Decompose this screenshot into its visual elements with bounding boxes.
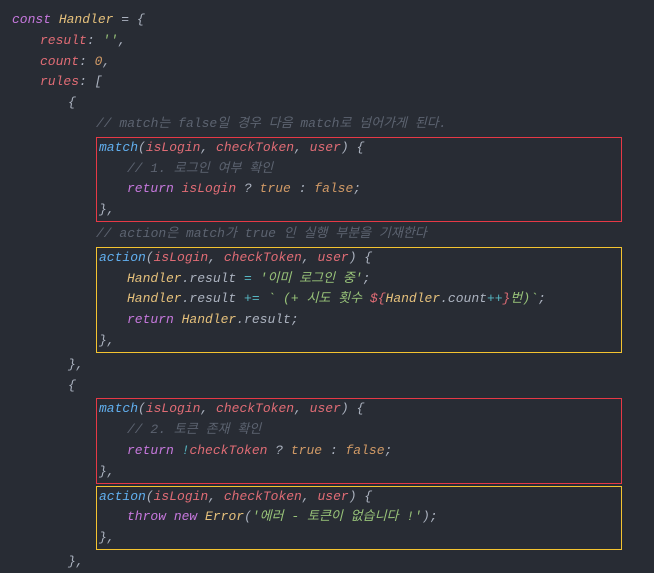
code-line: { bbox=[12, 376, 642, 397]
code-comment: // 2. 토큰 존재 확인 bbox=[97, 420, 621, 441]
code-line: }, bbox=[97, 331, 621, 352]
code-line: }, bbox=[12, 552, 642, 573]
code-line: return isLogin ? true : false; bbox=[97, 179, 621, 200]
code-line: }, bbox=[12, 355, 642, 376]
match-block-1: match(isLogin, checkToken, user) { // 1.… bbox=[96, 137, 622, 222]
code-line: match(isLogin, checkToken, user) { bbox=[97, 399, 621, 420]
code-line: }, bbox=[97, 528, 621, 549]
code-line: Handler.result = '이미 로그인 중'; bbox=[97, 269, 621, 290]
code-line: const Handler = { bbox=[12, 10, 642, 31]
code-comment: // action은 match가 true 인 실행 부분을 기재한다 bbox=[12, 224, 642, 245]
code-line: Handler.result += ` (+ 시도 횟수 ${Handler.c… bbox=[97, 289, 621, 310]
code-line: rules: [ bbox=[12, 72, 642, 93]
code-line: result: '', bbox=[12, 31, 642, 52]
action-block-2: action(isLogin, checkToken, user) { thro… bbox=[96, 486, 622, 550]
code-line: return !checkToken ? true : false; bbox=[97, 441, 621, 462]
code-block: const Handler = { result: '', count: 0, … bbox=[12, 10, 642, 573]
code-line: count: 0, bbox=[12, 52, 642, 73]
code-line: { bbox=[12, 93, 642, 114]
code-comment: // 1. 로그인 여부 확인 bbox=[97, 159, 621, 180]
code-line: throw new Error('에러 - 토큰이 없습니다 !'); bbox=[97, 507, 621, 528]
code-line: }, bbox=[97, 462, 621, 483]
code-line: match(isLogin, checkToken, user) { bbox=[97, 138, 621, 159]
code-line: return Handler.result; bbox=[97, 310, 621, 331]
code-line: action(isLogin, checkToken, user) { bbox=[97, 248, 621, 269]
action-block-1: action(isLogin, checkToken, user) { Hand… bbox=[96, 247, 622, 353]
match-block-2: match(isLogin, checkToken, user) { // 2.… bbox=[96, 398, 622, 483]
code-comment: // match는 false일 경우 다음 match로 넘어가게 된다. bbox=[12, 114, 642, 135]
code-line: }, bbox=[97, 200, 621, 221]
code-line: action(isLogin, checkToken, user) { bbox=[97, 487, 621, 508]
